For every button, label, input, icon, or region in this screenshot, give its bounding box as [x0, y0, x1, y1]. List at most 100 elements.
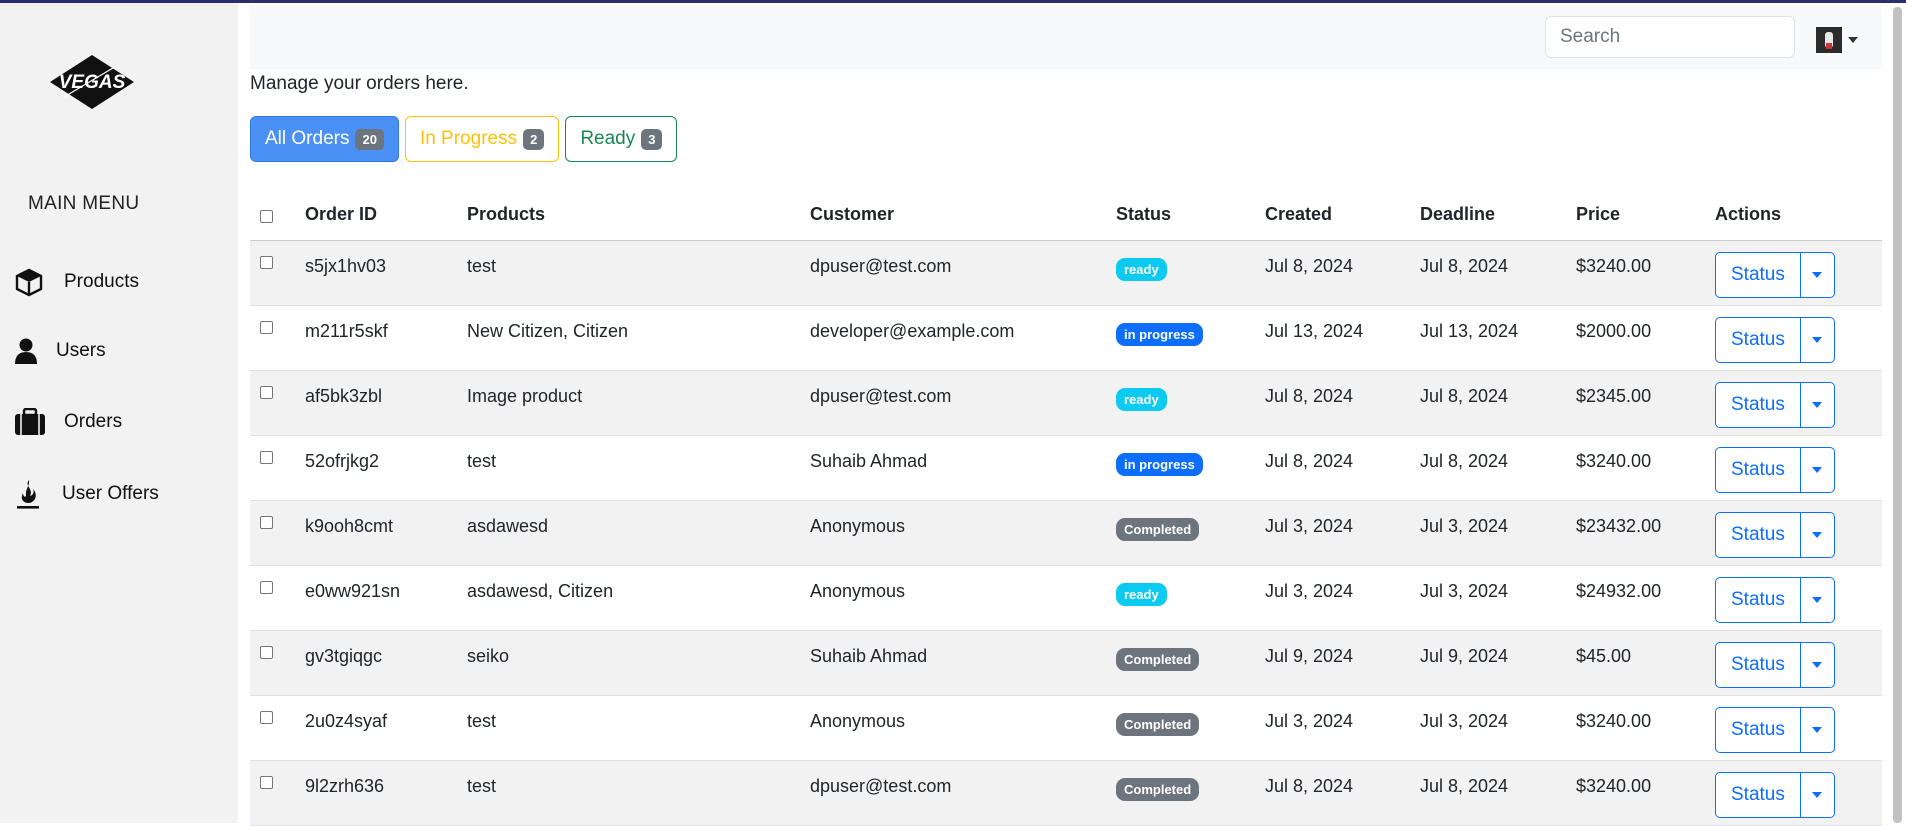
chevron-down-icon — [1812, 662, 1823, 668]
status-dropdown-toggle[interactable] — [1800, 447, 1835, 493]
status-button[interactable]: Status — [1715, 382, 1801, 428]
status-button[interactable]: Status — [1715, 772, 1801, 818]
status-button[interactable]: Status — [1715, 642, 1801, 688]
row-checkbox[interactable] — [260, 256, 273, 269]
chevron-down-icon — [1812, 597, 1823, 603]
row-checkbox[interactable] — [260, 711, 273, 724]
chevron-down-icon — [1812, 532, 1823, 538]
order-filter-tabs: All Orders 20 In Progress 2 Ready 3 — [250, 116, 678, 162]
order-id-cell: m211r5skf — [305, 305, 467, 371]
price-cell: $24932.00 — [1576, 565, 1715, 631]
customer-cell: Anonymous — [810, 565, 1116, 631]
row-checkbox[interactable] — [260, 516, 273, 529]
customer-cell: dpuser@test.com — [810, 370, 1116, 436]
column-header[interactable]: Price — [1576, 189, 1715, 241]
column-header[interactable]: Created — [1265, 189, 1420, 241]
select-all-checkbox[interactable] — [260, 210, 273, 223]
order-id-cell: af5bk3zbl — [305, 370, 467, 436]
status-dropdown-toggle[interactable] — [1800, 577, 1835, 623]
status-dropdown-toggle[interactable] — [1800, 642, 1835, 688]
main-content: Manage your orders here. All Orders 20 I… — [250, 3, 1882, 826]
filter-label: All Orders — [265, 128, 350, 149]
count-badge: 3 — [641, 128, 663, 150]
status-button[interactable]: Status — [1715, 577, 1801, 623]
deadline-cell: Jul 3, 2024 — [1420, 695, 1576, 761]
sidebar-item-user-offers[interactable]: User Offers — [14, 478, 159, 510]
status-button-group: Status — [1715, 772, 1835, 818]
row-checkbox[interactable] — [260, 321, 273, 334]
products-cell: Image product — [467, 370, 810, 436]
vertical-scrollbar[interactable] — [1890, 3, 1906, 823]
status-button[interactable]: Status — [1715, 447, 1801, 493]
status-button-group: Status — [1715, 382, 1835, 428]
row-checkbox[interactable] — [260, 451, 273, 464]
status-dropdown-toggle[interactable] — [1800, 317, 1835, 363]
fire-icon — [14, 478, 42, 510]
sidebar-item-users[interactable]: Users — [14, 337, 106, 365]
column-header[interactable]: Customer — [810, 189, 1116, 241]
status-button-group: Status — [1715, 252, 1835, 298]
status-button[interactable]: Status — [1715, 317, 1801, 363]
customer-cell: Anonymous — [810, 695, 1116, 761]
status-dropdown-toggle[interactable] — [1800, 382, 1835, 428]
order-id-cell: e0ww921sn — [305, 565, 467, 631]
price-cell: $3240.00 — [1576, 435, 1715, 501]
products-cell: test — [467, 695, 810, 761]
sidebar: VEGAS MAIN MENU Products Users Orders Us… — [0, 3, 238, 823]
table-row: k9ooh8cmt asdawesd Anonymous Completed Jul 3… — [250, 500, 1882, 566]
search-input[interactable] — [1545, 16, 1795, 58]
deadline-cell: Jul 9, 2024 — [1420, 630, 1576, 696]
filter-in-progress-button[interactable]: In Progress 2 — [404, 116, 560, 162]
column-header[interactable]: Deadline — [1420, 189, 1576, 241]
row-checkbox[interactable] — [260, 776, 273, 789]
filter-label: In Progress — [419, 128, 518, 149]
filter-all-orders-button[interactable]: All Orders 20 — [250, 116, 399, 162]
price-cell: $3240.00 — [1576, 760, 1715, 826]
column-header[interactable]: Status — [1116, 189, 1265, 241]
order-id-cell: 52ofrjkg2 — [305, 435, 467, 501]
status-badge: Completed — [1116, 778, 1200, 801]
status-cell: Completed — [1116, 630, 1265, 696]
row-checkbox[interactable] — [260, 386, 273, 399]
row-select-cell — [250, 370, 305, 436]
count-badge: 2 — [523, 128, 545, 150]
status-button-group: Status — [1715, 512, 1835, 558]
table-row: s5jx1hv03 test dpuser@test.com ready Jul 8, … — [250, 240, 1882, 306]
filter-ready-button[interactable]: Ready 3 — [565, 116, 678, 162]
status-badge: Completed — [1116, 518, 1200, 541]
sidebar-item-products[interactable]: Products — [14, 267, 139, 297]
user-menu[interactable] — [1816, 27, 1858, 53]
status-dropdown-toggle[interactable] — [1800, 512, 1835, 558]
sidebar-item-label: User Offers — [62, 483, 159, 504]
status-dropdown-toggle[interactable] — [1800, 772, 1835, 818]
price-cell: $3240.00 — [1576, 695, 1715, 761]
status-cell: Completed — [1116, 760, 1265, 826]
status-dropdown-toggle[interactable] — [1800, 252, 1835, 298]
status-button-group: Status — [1715, 317, 1835, 363]
chevron-down-icon — [1812, 792, 1823, 798]
price-cell: $23432.00 — [1576, 500, 1715, 566]
chevron-down-icon — [1812, 272, 1823, 278]
row-select-cell — [250, 630, 305, 696]
deadline-cell: Jul 3, 2024 — [1420, 500, 1576, 566]
page-subtitle: Manage your orders here. — [250, 73, 469, 94]
table-row: gv3tgiqgc seiko Suhaib Ahmad Completed Jul 9… — [250, 630, 1882, 696]
order-id-cell: k9ooh8cmt — [305, 500, 467, 566]
scrollbar-thumb[interactable] — [1893, 7, 1902, 823]
vegas-logo[interactable]: VEGAS — [48, 53, 136, 111]
row-checkbox[interactable] — [260, 646, 273, 659]
products-cell: New Citizen, Citizen — [467, 305, 810, 371]
column-header[interactable]: Products — [467, 189, 810, 241]
status-badge: ready — [1116, 388, 1167, 411]
status-button[interactable]: Status — [1715, 707, 1801, 753]
column-header[interactable]: Order ID — [305, 189, 467, 241]
row-checkbox[interactable] — [260, 581, 273, 594]
table-row: 2u0z4syaf test Anonymous Completed Jul 3, 20… — [250, 695, 1882, 761]
status-dropdown-toggle[interactable] — [1800, 707, 1835, 753]
status-button[interactable]: Status — [1715, 512, 1801, 558]
customer-cell: dpuser@test.com — [810, 760, 1116, 826]
status-button[interactable]: Status — [1715, 252, 1801, 298]
sidebar-item-orders[interactable]: Orders — [14, 408, 122, 436]
briefcase-icon — [14, 408, 46, 436]
actions-cell: Status — [1715, 500, 1882, 566]
